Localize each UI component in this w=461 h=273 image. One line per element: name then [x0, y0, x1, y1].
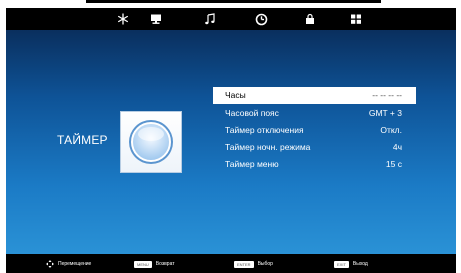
snowflake-icon [118, 13, 128, 25]
menu-item-label: Таймер меню [225, 159, 279, 169]
enter-key: ENTER [234, 260, 254, 268]
grid-icon [351, 14, 361, 24]
menu-tab-bar [6, 8, 456, 30]
exit-key: EXIT [334, 260, 349, 268]
section-clock-tile [120, 111, 182, 173]
top-edge-line [86, 0, 381, 3]
menu-item-clock[interactable]: Часы -- -- -- -- [213, 87, 416, 104]
menu-item-value: Откл. [380, 125, 402, 135]
menu-item-value: -- -- -- -- [372, 90, 402, 100]
menu-item-timezone[interactable]: Часовой пояс GMT + 3 [213, 104, 416, 121]
hint-exit-label: Выход [352, 261, 368, 267]
menu-item-value: GMT + 3 [368, 108, 402, 118]
clock-icon [255, 13, 267, 25]
footer-hint-bar: Перемещение MENU Возврат ENTER Выбор EXI… [6, 254, 456, 273]
hint-exit: EXIT Выход [334, 260, 368, 268]
arrows-icon [46, 260, 54, 268]
tab-lock[interactable] [303, 12, 317, 26]
menu-item-label: Часовой пояс [225, 108, 279, 118]
hint-move-label: Перемещение [58, 261, 92, 267]
menu-item-value: 4ч [392, 142, 402, 152]
menu-item-label: Таймер ночн. режима [225, 142, 311, 152]
hint-back: MENU Возврат [134, 260, 175, 268]
tab-sound[interactable] [203, 12, 217, 26]
lock-icon [306, 13, 314, 24]
menu-item-value: 15 с [385, 159, 402, 169]
tab-time[interactable] [254, 12, 268, 26]
monitor-icon [151, 14, 161, 24]
tab-setup[interactable] [349, 12, 363, 26]
hint-back-label: Возврат [155, 261, 175, 267]
menu-item-label: Часы [225, 90, 246, 100]
menu-key: MENU [134, 260, 152, 268]
hint-select-label: Выбор [257, 261, 273, 267]
menu-item-label: Таймер отключения [225, 125, 304, 135]
menu-item-menu-timer[interactable]: Таймер меню 15 с [213, 155, 416, 172]
tv-menu-screen: ТАЙМЕР Часы -- -- -- -- Часовой пояс GMT… [0, 0, 461, 273]
menu-item-sleep-timer[interactable]: Таймер ночн. режима 4ч [213, 138, 416, 155]
settings-menu: Часы -- -- -- -- Часовой пояс GMT + 3 Та… [213, 87, 416, 172]
music-note-icon [205, 13, 215, 25]
clock-icon [129, 120, 173, 164]
tab-picture[interactable] [116, 12, 130, 26]
hint-move: Перемещение [46, 260, 91, 268]
tab-screen[interactable] [149, 12, 163, 26]
hint-select: ENTER Выбор [234, 260, 273, 268]
section-title: ТАЙМЕР [57, 133, 108, 147]
menu-item-off-timer[interactable]: Таймер отключения Откл. [213, 121, 416, 138]
